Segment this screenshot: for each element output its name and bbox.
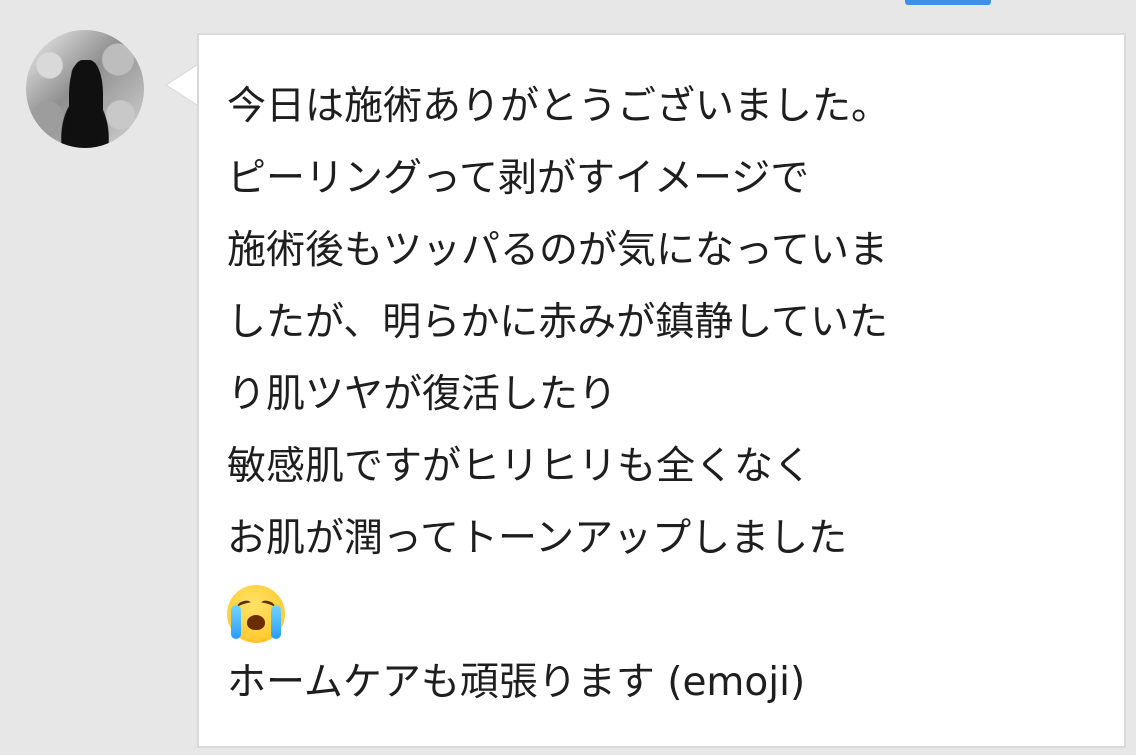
avatar-person-silhouette <box>69 60 103 144</box>
message-line-3: 施術後もツッパるのが気になっていま <box>227 228 889 273</box>
message-line-1: 今日は施術ありがとうございました。 <box>227 84 891 129</box>
top-accent-tab <box>905 0 991 5</box>
message-line-4: したが、明らかに赤みが鎮静していた <box>227 300 889 345</box>
chat-bubble-tail <box>165 63 199 107</box>
chat-message-text: 今日は施術ありがとうございました。 ピーリングって剥がすイメージで 施術後もツッ… <box>227 71 1108 719</box>
message-emoji-line <box>227 575 1108 647</box>
left-tear-icon <box>231 605 241 639</box>
message-line-7: お肌が潤ってトーンアップしました <box>227 516 848 561</box>
avatar[interactable] <box>26 30 144 148</box>
chat-message-bubble: 今日は施術ありがとうございました。 ピーリングって剥がすイメージで 施術後もツッ… <box>197 33 1126 748</box>
crying-face-icon <box>227 585 285 643</box>
message-line-2: ピーリングって剥がすイメージで <box>227 156 810 201</box>
message-line-8: ホームケアも頑張ります (emoji) <box>227 660 806 705</box>
right-tear-icon <box>271 605 281 639</box>
message-line-5: り肌ツヤが復活したり <box>227 372 618 417</box>
message-line-6: 敏感肌ですがヒリヒリも全くなく <box>227 444 813 489</box>
open-mouth-icon <box>247 615 265 630</box>
